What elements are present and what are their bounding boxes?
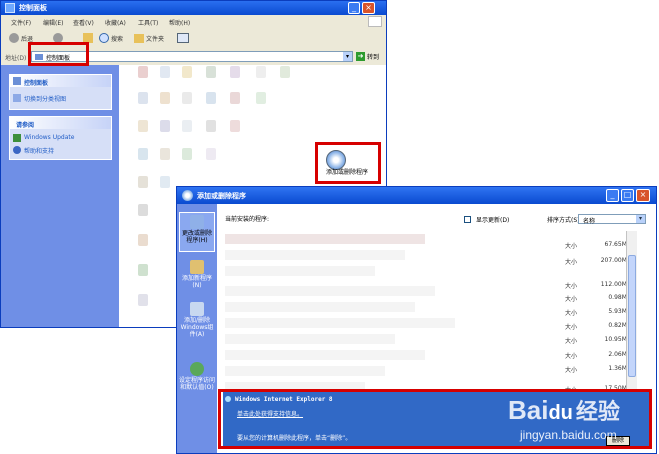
windows-update-label: Windows Update	[24, 134, 75, 141]
switch-view-label: 切换到分类视图	[24, 96, 67, 103]
highlight-add-remove-icon	[315, 142, 381, 184]
add-program-label: 添加新程序(N)	[181, 275, 212, 289]
see-also-panel: 请参阅 Windows Update 帮助和支持	[9, 116, 112, 160]
views-button[interactable]	[177, 31, 189, 45]
windows-logo-icon	[368, 16, 382, 27]
add-program-icon	[190, 260, 204, 274]
change-remove-label: 更改或删除程序(H)	[181, 230, 212, 244]
scroll-thumb[interactable]	[628, 255, 636, 377]
size-label: 大小	[565, 324, 578, 331]
control-panel-icon	[13, 77, 21, 85]
size-label: 大小	[565, 353, 578, 360]
default-programs-label: 设定程序访问和默认值(O)	[179, 377, 216, 391]
menu-bar: 文件(F) 编辑(E) 查看(V) 收藏(A) 工具(T) 帮助(H)	[1, 15, 386, 29]
sort-by-value: 名称	[583, 218, 596, 225]
size-label: 大小	[565, 310, 578, 317]
control-panel-icon	[5, 3, 15, 13]
folder-icon	[134, 33, 144, 43]
back-arrow-icon	[9, 33, 19, 43]
windows-components-label: 添加/删除Windows组件(A)	[180, 317, 214, 338]
menu-view[interactable]: 查看(V)	[73, 18, 94, 27]
help-support-link[interactable]: 帮助和支持	[10, 143, 111, 157]
views-icon	[177, 33, 189, 43]
default-programs-icon	[190, 362, 204, 376]
watermark-brand: Bai	[508, 395, 549, 425]
sort-by-select[interactable]: 名称 ▾	[578, 214, 646, 225]
close-button[interactable]: ×	[362, 2, 375, 14]
switch-view-link[interactable]: 切换到分类视图	[10, 91, 111, 105]
address-dropdown-icon[interactable]: ▾	[343, 52, 352, 61]
help-icon	[13, 146, 21, 154]
size-label: 大小	[565, 338, 578, 345]
folders-button[interactable]: 文件夹	[134, 31, 164, 45]
help-support-label: 帮助和支持	[24, 148, 55, 155]
windows-components-icon	[190, 302, 204, 316]
see-also-title: 请参阅	[10, 117, 111, 129]
minimize-button[interactable]: _	[348, 2, 360, 14]
control-panel-panel: 控制面板 切换到分类视图	[9, 74, 112, 110]
watermark-jingyan: 经验	[575, 399, 620, 424]
search-button[interactable]: 搜索	[99, 31, 123, 45]
menu-edit[interactable]: 编辑(E)	[43, 18, 63, 27]
change-remove-icon	[190, 215, 204, 229]
window-title: 控制面板	[19, 4, 47, 12]
menu-tools[interactable]: 工具(T)	[138, 18, 158, 27]
add-new-programs-button[interactable]: 添加新程序(N)	[179, 258, 215, 294]
size-label: 大小	[565, 243, 578, 250]
minimize-button[interactable]: _	[606, 189, 619, 202]
show-updates-checkbox[interactable]	[464, 216, 471, 223]
go-arrow-icon: ➜	[356, 52, 365, 61]
windows-update-link[interactable]: Windows Update	[10, 131, 111, 143]
task-pane: 控制面板 切换到分类视图 请参阅 Windows Update 帮助和支持	[1, 65, 119, 327]
go-label: 转到	[367, 54, 380, 61]
maximize-button[interactable]: □	[621, 189, 634, 202]
baidu-watermark: Baidu 经验	[508, 394, 620, 426]
size-label: 大小	[565, 283, 578, 290]
windows-components-button[interactable]: 添加/删除Windows组件(A)	[179, 300, 215, 348]
windows-update-icon	[13, 134, 21, 142]
size-label: 大小	[565, 296, 578, 303]
address-label: 地址(D)	[5, 55, 27, 62]
menu-favorites[interactable]: 收藏(A)	[105, 18, 126, 27]
add-remove-title-icon	[182, 190, 193, 201]
add-remove-title: 添加或删除程序	[197, 192, 246, 200]
close-button[interactable]: ×	[636, 189, 650, 202]
panel-title: 控制面板	[10, 75, 111, 87]
programs-scrollbar[interactable]	[626, 231, 637, 402]
folders-label: 文件夹	[146, 35, 165, 43]
menu-help[interactable]: 帮助(H)	[169, 18, 190, 27]
category-view-icon	[13, 94, 21, 102]
add-remove-sidebar: 更改或删除程序(H) 添加新程序(N) 添加/删除Windows组件(A) 设定…	[177, 204, 217, 453]
add-remove-titlebar: 添加或删除程序 _ □ ×	[177, 187, 656, 204]
default-programs-button[interactable]: 设定程序访问和默认值(O)	[179, 360, 215, 408]
go-button[interactable]: ➜ 转到	[356, 51, 379, 62]
programs-list: 大小 67.65MB 大小 207.00MB 大小 112.00MB 大小 0.…	[225, 228, 633, 412]
highlight-address-box	[28, 42, 89, 66]
show-updates-label: 显示更新(D)	[476, 217, 510, 224]
control-panel-titlebar: 控制面板 _ ×	[1, 1, 386, 15]
change-remove-programs-button[interactable]: 更改或删除程序(H)	[179, 212, 215, 252]
panel-title-text: 控制面板	[24, 80, 49, 87]
search-label: 搜索	[111, 35, 124, 43]
watermark-url: jingyan.baidu.com	[520, 428, 617, 442]
search-icon	[99, 33, 109, 43]
installed-programs-label: 当前安装的程序:	[225, 216, 270, 223]
chevron-down-icon: ▾	[636, 215, 645, 223]
sort-by-label: 排序方式(S):	[547, 217, 582, 224]
size-label: 大小	[565, 367, 578, 374]
menu-file[interactable]: 文件(F)	[11, 18, 31, 27]
watermark-brand2: du	[548, 402, 573, 424]
size-label: 大小	[565, 259, 578, 266]
